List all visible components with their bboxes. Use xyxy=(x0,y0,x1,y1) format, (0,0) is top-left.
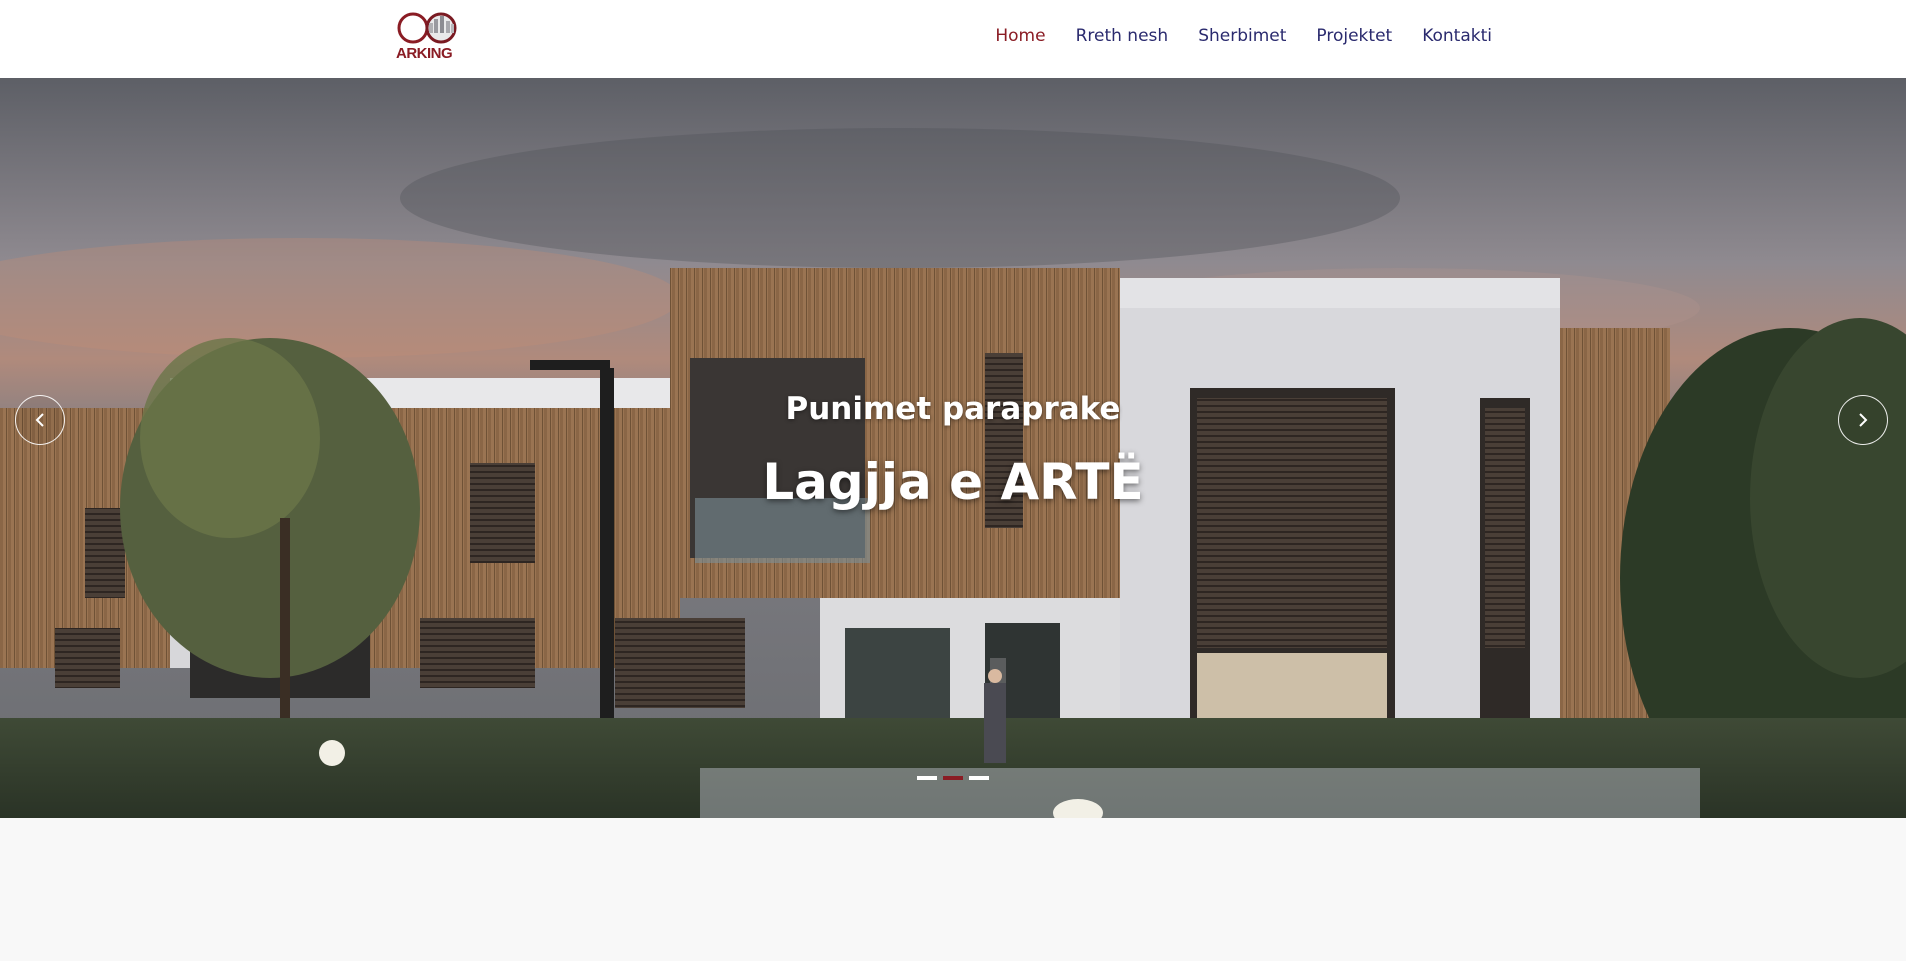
navbar: ARKING Home Rreth nesh Sherbimet Projekt… xyxy=(0,0,1906,78)
carousel-next-button[interactable] xyxy=(1838,395,1888,445)
logo-text: ARKING xyxy=(396,45,453,62)
carousel-indicators xyxy=(917,776,989,780)
hero-carousel: Punimet paraprake Lagjja e ARTË xyxy=(0,78,1906,818)
carousel-indicator-3[interactable] xyxy=(969,776,989,780)
carousel-indicator-2[interactable] xyxy=(943,776,963,780)
nav-item-rreth-nesh[interactable]: Rreth nesh xyxy=(1076,24,1169,48)
main-nav: Home Rreth nesh Sherbimet Projektet Kont… xyxy=(995,24,1492,48)
content-section xyxy=(0,818,1906,961)
chevron-left-icon xyxy=(35,413,44,427)
carousel-indicator-1[interactable] xyxy=(917,776,937,780)
carousel-prev-button[interactable] xyxy=(15,395,65,445)
nav-item-kontakti[interactable]: Kontakti xyxy=(1422,24,1492,48)
hero-house-image xyxy=(0,78,1906,818)
nav-item-sherbimet[interactable]: Sherbimet xyxy=(1198,24,1286,48)
nav-item-home[interactable]: Home xyxy=(995,24,1045,48)
nav-item-projektet[interactable]: Projektet xyxy=(1316,24,1392,48)
logo-rings-icon xyxy=(397,12,457,44)
logo[interactable]: ARKING xyxy=(396,11,462,65)
page: ARKING Home Rreth nesh Sherbimet Projekt… xyxy=(0,0,1906,961)
chevron-right-icon xyxy=(1859,413,1868,427)
